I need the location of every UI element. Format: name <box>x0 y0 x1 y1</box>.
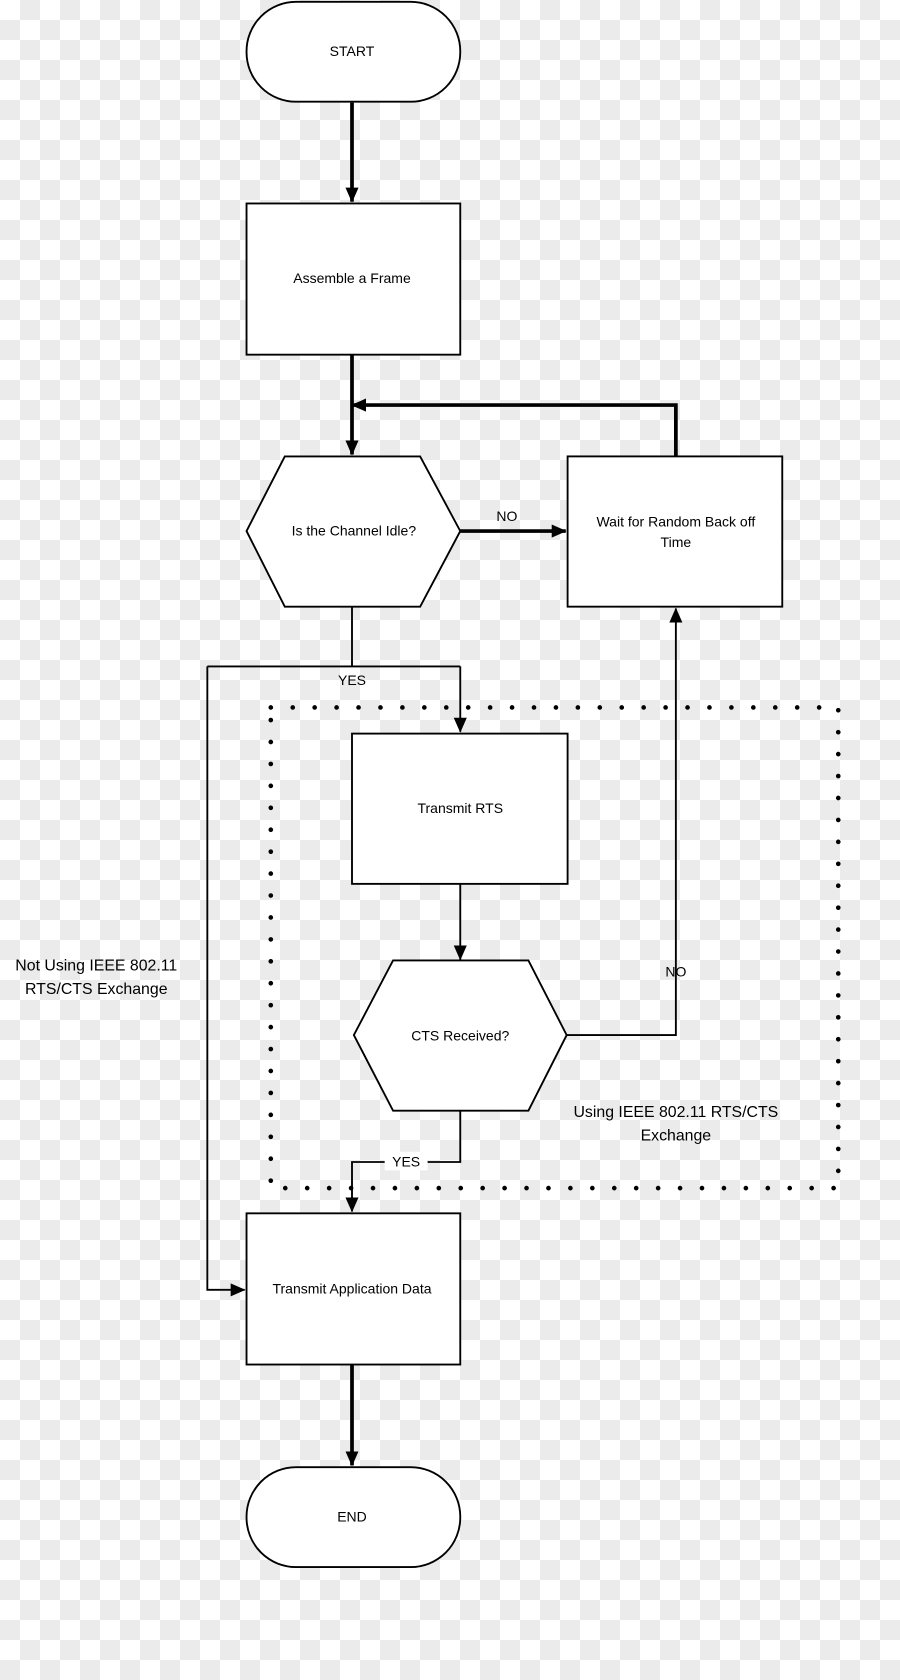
edge-wait-loop <box>351 398 678 457</box>
using-label-1: Using IEEE 802.11 RTS/CTS <box>573 1104 778 1121</box>
channel-idle-label: Is the Channel Idle? <box>292 523 417 539</box>
not-using-label-1: Not Using IEEE 802.11 <box>15 958 177 975</box>
edge-yes-bypass <box>206 666 246 1297</box>
start-label: START <box>330 43 375 59</box>
assemble-label: Assemble a Frame <box>293 270 411 286</box>
cts-yes-label: YES <box>392 1154 420 1170</box>
edge-cts-no <box>566 607 683 1036</box>
cts-no-label: NO <box>665 963 686 979</box>
idle-yes-label: YES <box>338 672 366 688</box>
end-label: END <box>337 1508 367 1524</box>
wait-label-2: Time <box>661 534 692 550</box>
not-using-label-2: RTS/CTS Exchange <box>25 981 168 998</box>
flowchart: START Assemble a Frame Is the Channel Id… <box>15 0 841 1568</box>
using-label-2: Exchange <box>641 1128 712 1145</box>
transmit-rts-label: Transmit RTS <box>417 800 503 816</box>
wait-label-1: Wait for Random Back off <box>596 513 755 529</box>
idle-no-label: NO <box>496 508 517 524</box>
wait-node <box>566 455 784 608</box>
cts-received-label: CTS Received? <box>411 1028 509 1044</box>
transmit-data-label: Transmit Application Data <box>272 1281 431 1297</box>
